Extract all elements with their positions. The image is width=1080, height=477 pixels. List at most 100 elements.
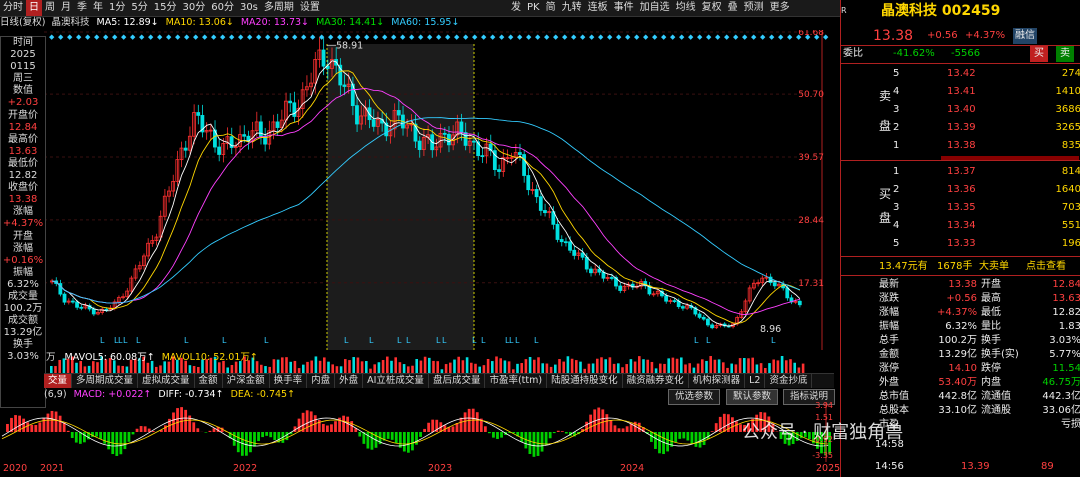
margin-tag: 融信 xyxy=(1013,28,1037,44)
y-tick-label: 61.68 xyxy=(798,30,824,38)
candle-body xyxy=(288,100,293,104)
stat-value-2: 亏损 xyxy=(1061,419,1080,430)
indicator-tab-4[interactable]: 沪深金额 xyxy=(223,374,270,388)
buy-button[interactable]: 买 xyxy=(1030,46,1048,62)
period-tab-6[interactable]: 1分 xyxy=(106,0,128,16)
candlestick-chart[interactable]: ◆ ◆ ◆ ◆ ◆ ◆ ◆ ◆ ◆ ◆ ◆ ◆ ◆ ◆ ◆ ◆ ◆ ◆ ◆ ◆ ◆ ◆ ◆ ◆ ◆ ◆ ◆ ◆ ◆ ◆ ◆ ◆ ◆ ◆ ◆ ◆ ◆ ◆ ◆ ◆… xyxy=(44,30,834,350)
macd-bar xyxy=(192,422,196,432)
toolbar-tool-1[interactable]: PK xyxy=(524,0,543,16)
period-tab-1[interactable]: 日 xyxy=(26,0,42,16)
candle-body xyxy=(555,223,560,240)
toolbar-tool-0[interactable]: 发 xyxy=(508,0,524,16)
indicator-tab-2[interactable]: 虚拟成交量 xyxy=(138,374,195,388)
toolbar-tool-6[interactable]: 加自选 xyxy=(637,0,673,16)
period-tab-2[interactable]: 周 xyxy=(42,0,58,16)
toolbar-tool-3[interactable]: 九转 xyxy=(559,0,585,16)
macd-bar xyxy=(552,432,556,434)
period-tab-12[interactable]: 多周期 xyxy=(261,0,297,16)
volume-bar xyxy=(675,358,679,374)
toolbar-tool-11[interactable]: 更多 xyxy=(767,0,793,16)
ask-volume: 3686 xyxy=(1055,104,1080,115)
macd-bar xyxy=(131,432,135,435)
info-value: 2025 xyxy=(10,49,36,61)
ask-row: 3 13.40 3686 xyxy=(841,102,1080,118)
event-marker: ◆ xyxy=(400,33,406,41)
indicator-tab-10[interactable]: 市盈率(ttm) xyxy=(485,374,548,388)
toolbar-tool-5[interactable]: 事件 xyxy=(611,0,637,16)
event-marker: ◆ xyxy=(634,33,640,41)
period-tab-9[interactable]: 30分 xyxy=(179,0,208,16)
period-tab-13[interactable]: 设置 xyxy=(297,0,323,16)
macd-bar xyxy=(678,432,682,439)
price-change: +0.56 xyxy=(927,30,958,41)
event-marker: ◆ xyxy=(544,33,550,41)
toolbar-tool-2[interactable]: 简 xyxy=(543,0,559,16)
info-label: 成交额 xyxy=(8,315,38,327)
macd-bar xyxy=(123,432,127,450)
volume-bar xyxy=(465,357,469,374)
indicator-tab-6[interactable]: 内盘 xyxy=(307,374,336,388)
period-tab-0[interactable]: 分时 xyxy=(0,0,26,16)
toolbar-tool-7[interactable]: 均线 xyxy=(673,0,699,16)
event-marker: ◆ xyxy=(436,33,442,41)
toolbar-tool-8[interactable]: 复权 xyxy=(699,0,725,16)
indicator-tab-14[interactable]: L2 xyxy=(745,374,766,388)
toolbar-tool-10[interactable]: 预测 xyxy=(741,0,767,16)
indicator-tab-9[interactable]: 盘后成交量 xyxy=(429,374,486,388)
macd-bar xyxy=(411,432,414,451)
ma10-value: MA10: 13.06↓ xyxy=(165,17,234,28)
weicha-value: -5566 xyxy=(951,48,981,59)
candle-body xyxy=(568,241,572,251)
candle-body xyxy=(522,154,526,176)
indicator-tab-11[interactable]: 陆股通持股变化 xyxy=(547,374,623,388)
candle-body xyxy=(459,121,464,133)
period-tab-8[interactable]: 15分 xyxy=(151,0,180,16)
big-order-link[interactable]: 点击查看 xyxy=(1026,259,1066,275)
indicator-tab-3[interactable]: 金额 xyxy=(195,374,223,388)
macd-bar xyxy=(500,432,503,438)
event-marker: ◆ xyxy=(598,33,604,41)
candle-body xyxy=(559,239,564,243)
macd-bar xyxy=(22,418,26,432)
weibi-value: -41.62% xyxy=(893,48,935,59)
macd-bar xyxy=(245,432,248,456)
event-marker: ◆ xyxy=(535,33,541,41)
toolbar-tool-4[interactable]: 连板 xyxy=(585,0,611,16)
macd-bar xyxy=(419,432,422,437)
indicator-tab-15[interactable]: 资金抄底 xyxy=(765,374,813,388)
candle-body xyxy=(697,313,702,318)
macd-bar xyxy=(99,432,102,439)
y-tick-label: 28.44 xyxy=(798,216,824,226)
event-marker: ◆ xyxy=(130,33,136,41)
macd-bar xyxy=(196,428,200,432)
period-tab-7[interactable]: 5分 xyxy=(128,0,150,16)
volume-bar xyxy=(646,359,649,374)
indicator-tab-1[interactable]: 多周期成交量 xyxy=(72,374,139,388)
indicator-tab-0[interactable]: 交量 xyxy=(44,374,73,388)
macd-bar xyxy=(321,423,325,432)
period-tab-10[interactable]: 60分 xyxy=(208,0,237,16)
toolbar-tool-9[interactable]: 叠 xyxy=(725,0,741,16)
volume-bar xyxy=(701,359,704,374)
info-value: 100.2万 xyxy=(3,303,43,315)
candle-body xyxy=(772,282,777,287)
period-tab-4[interactable]: 季 xyxy=(74,0,90,16)
indicator-tab-12[interactable]: 融资融券变化 xyxy=(623,374,689,388)
info-value: 13.38 xyxy=(8,194,38,206)
macd-bar xyxy=(621,428,625,432)
indicator-tab-13[interactable]: 机构探测器 xyxy=(689,374,746,388)
period-tab-3[interactable]: 月 xyxy=(58,0,74,16)
macd-bar xyxy=(107,432,111,450)
y-tick-label: 39.57 xyxy=(798,153,824,163)
sell-button[interactable]: 卖 xyxy=(1056,46,1074,62)
event-marker: ◆ xyxy=(760,33,766,41)
volume-bar xyxy=(575,360,578,374)
indicator-tab-5[interactable]: 换手率 xyxy=(270,374,308,388)
volume-bar xyxy=(566,356,570,374)
macd-bar xyxy=(540,432,544,452)
indicator-tab-7[interactable]: 外盘 xyxy=(335,374,364,388)
period-tab-11[interactable]: 30s xyxy=(237,0,261,16)
indicator-tab-8[interactable]: AI立桩成交量 xyxy=(363,374,429,388)
period-tab-5[interactable]: 年 xyxy=(90,0,106,16)
macd-bar xyxy=(127,432,131,442)
